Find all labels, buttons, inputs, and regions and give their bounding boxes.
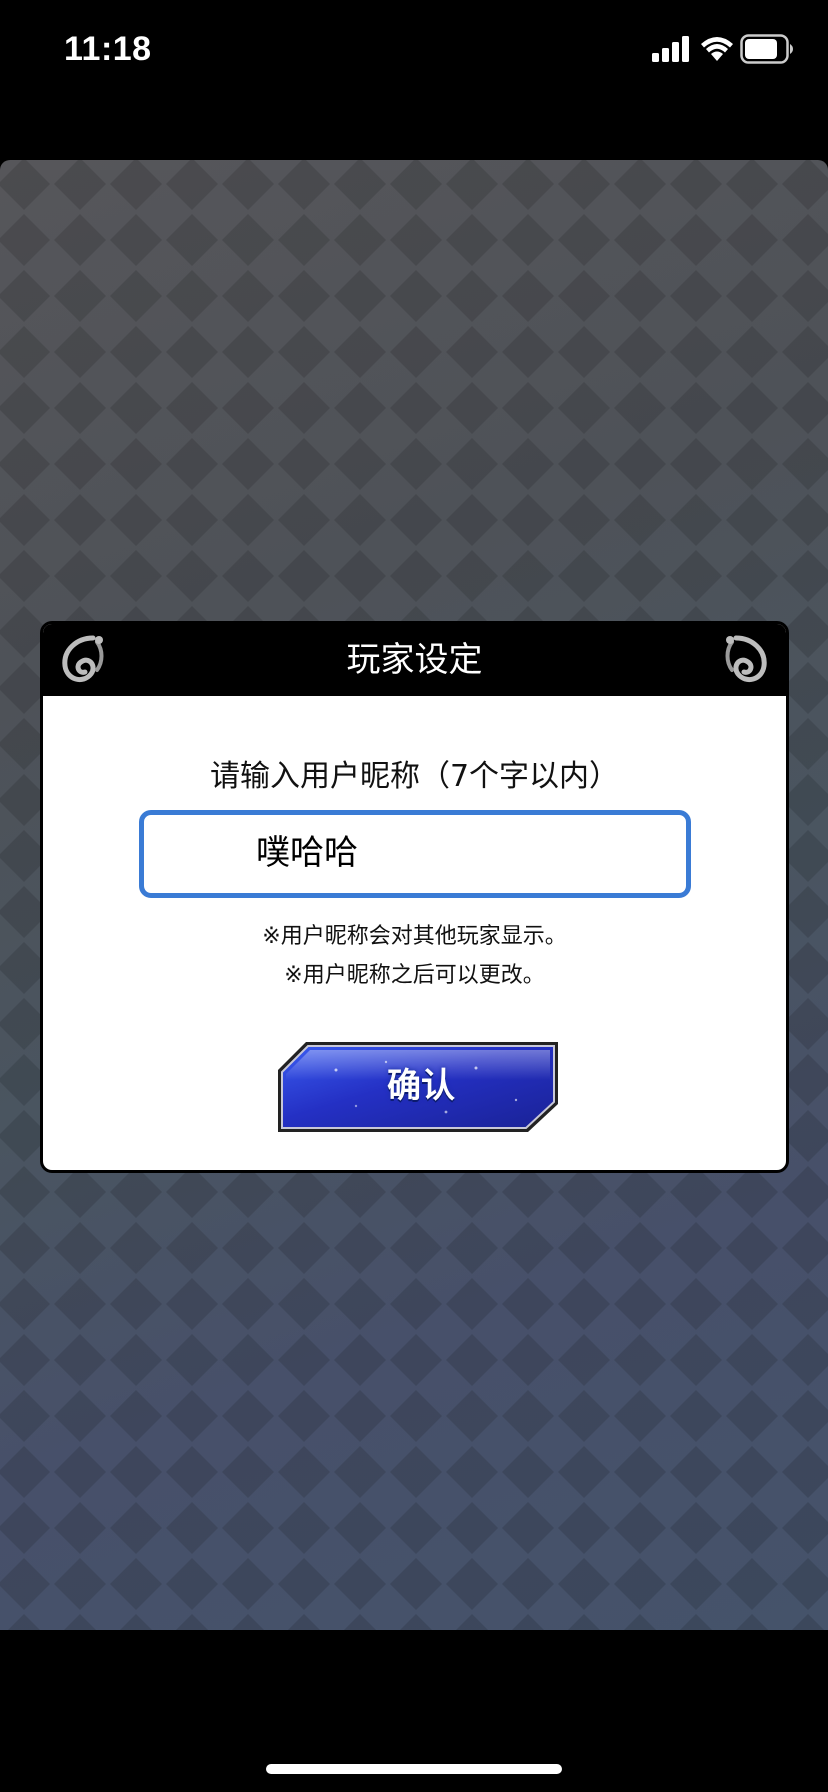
screen: 11:18 玩家设定 请输入用户昵称（7个字以内） 噗哈哈 ※用户昵称会对其他玩… — [0, 0, 828, 1792]
dialog-title: 玩家设定 — [346, 640, 483, 680]
home-indicator[interactable] — [266, 1764, 562, 1774]
nickname-note-changeable: ※用户昵称之后可以更改。 — [284, 963, 545, 988]
wifi-icon — [701, 37, 733, 61]
status-bar: 11:18 — [0, 0, 828, 100]
nickname-prompt: 请输入用户昵称（7个字以内） — [209, 759, 620, 794]
status-time: 11:18 — [64, 30, 152, 68]
battery-icon — [740, 34, 793, 64]
confirm-label: 确认 — [387, 1066, 455, 1106]
nickname-input[interactable]: 噗哈哈 — [139, 810, 691, 898]
player-settings-dialog: 玩家设定 请输入用户昵称（7个字以内） 噗哈哈 ※用户昵称会对其他玩家显示。 ※… — [40, 621, 789, 1173]
dialog-header: 玩家设定 — [43, 624, 786, 696]
confirm-button[interactable]: 确认 — [276, 1040, 560, 1134]
signal-icon — [652, 36, 689, 62]
nickname-note-visible: ※用户昵称会对其他玩家显示。 — [262, 924, 567, 949]
ornament-right-icon — [725, 635, 767, 683]
